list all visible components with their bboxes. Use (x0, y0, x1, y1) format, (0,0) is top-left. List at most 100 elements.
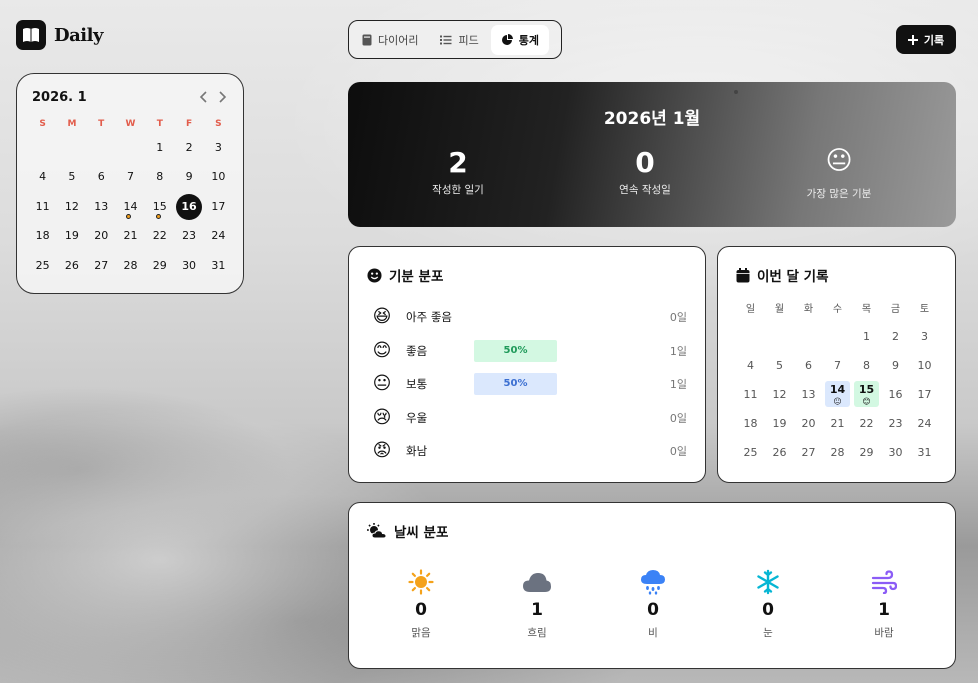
calendar-day[interactable]: 3 (204, 135, 233, 164)
calendar-day[interactable]: 10 (910, 351, 939, 380)
stats-banner: 2026년 1월 2 작성한 일기 0 연속 작성일 😐 가장 많은 기분 (348, 82, 956, 227)
calendar-day[interactable]: 9 (881, 351, 910, 380)
calendar-day[interactable]: 1 (145, 135, 174, 164)
calendar-day[interactable]: 9 (174, 164, 203, 193)
calendar-day[interactable]: 29 (852, 438, 881, 467)
recorded-day[interactable]: 15 😊 (854, 381, 879, 407)
mood-row: 😆 아주 좋음 0일 (371, 302, 689, 332)
calendar-day[interactable]: 30 (881, 438, 910, 467)
app-logo[interactable]: Daily (16, 20, 103, 50)
empty-day (116, 135, 145, 164)
cloud-icon (497, 569, 577, 595)
mood-label: 우울 (406, 411, 428, 425)
calendar-day[interactable]: 27 (794, 438, 823, 467)
weekday-header: W (125, 119, 136, 129)
calendar-day[interactable]: 13 (794, 380, 823, 409)
calendar-day[interactable]: 22 (852, 409, 881, 438)
calendar-day[interactable]: 1 (852, 322, 881, 351)
mini-calendar-grid: S M T W T F S 1 2 3 4 5 6 7 8 9 10 11 12 13 14 15 16 17 18 19 20 21… (28, 119, 233, 282)
chevron-right-icon[interactable] (217, 88, 227, 107)
calendar-day[interactable]: 5 (765, 351, 794, 380)
weekday-header: T (156, 119, 163, 129)
calendar-day[interactable]: 11 (736, 380, 765, 409)
calendar-day[interactable]: 26 (765, 438, 794, 467)
calendar-day[interactable]: 4 (28, 164, 57, 193)
plus-icon (907, 34, 918, 45)
stat-streak: 0 연속 작성일 (555, 146, 735, 197)
calendar-day[interactable]: 31 (204, 253, 233, 282)
calendar-day[interactable]: 10 (204, 164, 233, 193)
mood-percent-bar: 50% (474, 373, 557, 395)
record-mood-emoji: 😐 (833, 397, 842, 406)
calendar-day[interactable]: 28 (823, 438, 852, 467)
calendar-day[interactable]: 21 (823, 409, 852, 438)
record-button-label: 기록 (923, 33, 945, 47)
add-record-button[interactable]: 기록 (896, 25, 956, 54)
weather-count: 0 (415, 600, 427, 620)
calendar-day[interactable]: 25 (736, 438, 765, 467)
calendar-day[interactable]: 13 (87, 194, 116, 223)
calendar-day[interactable]: 3 (910, 322, 939, 351)
calendar-day[interactable]: 23 (881, 409, 910, 438)
calendar-day[interactable]: 20 (87, 223, 116, 252)
tab-stats[interactable]: 통계 (490, 24, 549, 55)
empty-day (28, 135, 57, 164)
calendar-day[interactable]: 8 (145, 164, 174, 193)
calendar-day[interactable]: 7 (823, 351, 852, 380)
tab-label: 다이어리 (378, 33, 419, 47)
calendar-day[interactable]: 30 (174, 253, 203, 282)
calendar-day[interactable]: 8 (852, 351, 881, 380)
calendar-day[interactable]: 23 (174, 223, 203, 252)
calendar-day[interactable]: 18 (28, 223, 57, 252)
calendar-day[interactable]: 31 (910, 438, 939, 467)
calendar-day[interactable]: 19 (765, 409, 794, 438)
calendar-day[interactable]: 17 (910, 380, 939, 409)
mood-percent-bar (474, 306, 557, 328)
weather-item: 1 바람 (844, 569, 924, 640)
calendar-day[interactable]: 26 (57, 253, 86, 282)
tab-label: 피드 (458, 33, 479, 47)
calendar-day[interactable]: 6 (794, 351, 823, 380)
calendar-day[interactable]: 4 (736, 351, 765, 380)
calendar-day[interactable]: 16 (174, 193, 203, 223)
calendar-day[interactable]: 11 (28, 194, 57, 223)
calendar-day[interactable]: 2 (881, 322, 910, 351)
chevron-left-icon[interactable] (199, 88, 209, 107)
calendar-day[interactable]: 6 (87, 164, 116, 193)
weather-item: 1 흐림 (497, 569, 577, 640)
calendar-day[interactable]: 12 (57, 194, 86, 223)
calendar-day[interactable]: 22 (145, 223, 174, 252)
calendar-day[interactable]: 14 (116, 194, 145, 223)
weather-item: 0눈 (728, 569, 808, 640)
weather-label: 바람 (874, 627, 894, 639)
empty-day (765, 322, 794, 351)
streak-count: 0 (635, 146, 655, 179)
weekday-header: 화 (803, 304, 814, 315)
snow-icon (728, 569, 808, 595)
tab-diary[interactable]: 다이어리 (352, 25, 428, 55)
calendar-day[interactable]: 24 (910, 409, 939, 438)
calendar-day[interactable]: 27 (87, 253, 116, 282)
calendar-day[interactable]: 12 (765, 380, 794, 409)
stat-top-mood: 😐 가장 많은 기분 (749, 146, 929, 201)
calendar-day[interactable]: 18 (736, 409, 765, 438)
calendar-day[interactable]: 19 (57, 223, 86, 252)
calendar-day[interactable]: 5 (57, 164, 86, 193)
calendar-day[interactable]: 15 (145, 194, 174, 223)
weekday-header: 목 (861, 304, 872, 315)
month-record-card: 이번 달 기록 일 월 화 수 목 금 토 1 2 3 4 5 6 7 8 9 10 11 12 13 14 😐 15 😊 16… (717, 246, 956, 483)
view-tabs: 다이어리 피드 통계 (348, 20, 562, 59)
calendar-day[interactable]: 16 (881, 380, 910, 409)
calendar-day[interactable]: 21 (116, 223, 145, 252)
calendar-day[interactable]: 25 (28, 253, 57, 282)
calendar-day[interactable]: 17 (204, 194, 233, 223)
app-name: Daily (54, 24, 103, 46)
tab-feed[interactable]: 피드 (430, 25, 488, 55)
calendar-day[interactable]: 28 (116, 253, 145, 282)
recorded-day[interactable]: 14 😐 (825, 381, 850, 407)
calendar-day[interactable]: 29 (145, 253, 174, 282)
calendar-day[interactable]: 7 (116, 164, 145, 193)
calendar-day[interactable]: 24 (204, 223, 233, 252)
calendar-day[interactable]: 20 (794, 409, 823, 438)
calendar-day[interactable]: 2 (174, 135, 203, 164)
